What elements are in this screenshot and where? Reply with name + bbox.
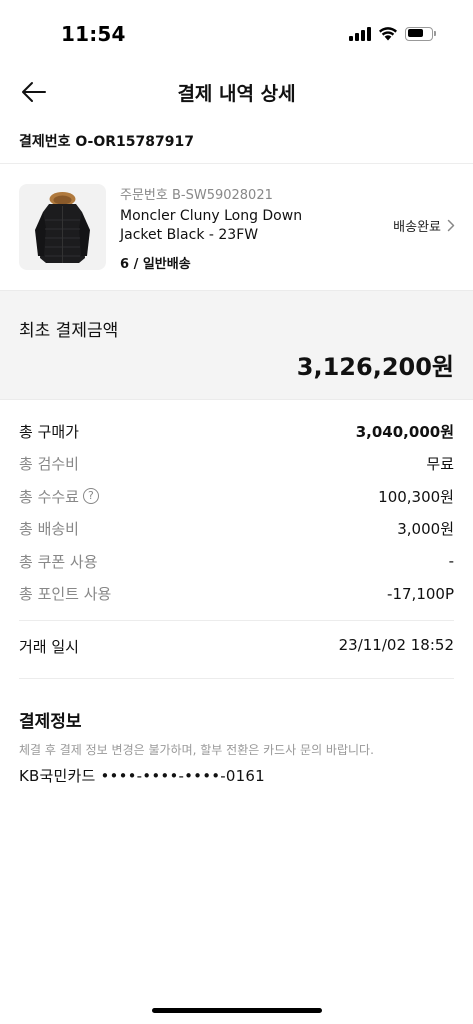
total-amount: 3,126,200원 (296, 353, 454, 381)
question-circle-icon[interactable]: ? (82, 488, 99, 505)
battery-fill (407, 29, 423, 37)
payment-info-note: 체결 후 결제 정보 변경은 불가하며, 할부 전환은 카드사 문의 바랍니다. (19, 743, 374, 757)
row-value: 100,300원 (378, 487, 454, 506)
row-value: 무료 (426, 455, 454, 474)
row-label: 총 배송비 (19, 520, 79, 539)
shipping-status-link[interactable]: 배송완료 (393, 216, 455, 235)
status-icons (349, 26, 436, 41)
product-name: Moncler Cluny Long Down Jacket Black - 2… (120, 208, 303, 243)
product-image (19, 184, 106, 270)
row-label-wrap: 총 수수료 ? (19, 486, 99, 507)
row-label: 총 검수비 (19, 455, 79, 474)
product-card[interactable]: 주문번호 B-SW59028021 Moncler Cluny Long Dow… (0, 164, 473, 290)
price-breakdown: 총 구매가 3,040,000원 총 검수비 무료 총 수수료 ? 100,30… (19, 415, 454, 610)
row-value: 3,040,000원 (355, 422, 454, 441)
chevron-right-icon (447, 219, 455, 232)
row-commission: 총 수수료 ? 100,300원 (19, 480, 454, 513)
row-inspection-fee: 총 검수비 무료 (19, 448, 454, 481)
transaction-label: 거래 일시 (19, 638, 79, 656)
row-total-purchase: 총 구매가 3,040,000원 (19, 415, 454, 448)
row-label: 총 쿠폰 사용 (19, 552, 98, 571)
total-label: 최초 결제금액 (19, 321, 119, 341)
jacket-image (35, 192, 90, 263)
row-label: 총 포인트 사용 (19, 585, 112, 604)
row-shipping-fee: 총 배송비 3,000원 (19, 513, 454, 546)
home-indicator[interactable] (152, 1008, 322, 1013)
transaction-date-row: 거래 일시 23/11/02 18:52 (19, 636, 454, 657)
status-time: 11:54 (61, 22, 126, 46)
nav-header: 결제 내역 상세 (0, 64, 473, 120)
status-bar: 11:54 (0, 0, 473, 64)
payment-number: 결제번호 O-OR15787917 (19, 134, 194, 150)
divider (19, 678, 454, 679)
row-coupon: 총 쿠폰 사용 - (19, 545, 454, 578)
divider (19, 620, 454, 621)
payment-card: KB국민카드 ••••-••••-••••-0161 (19, 767, 265, 785)
row-label: 총 구매가 (19, 422, 79, 441)
payment-info-title: 결제정보 (19, 712, 82, 732)
product-option: 6 / 일반배송 (120, 257, 191, 272)
page-title: 결제 내역 상세 (177, 83, 296, 105)
wifi-icon (379, 27, 397, 41)
order-number: 주문번호 B-SW59028021 (120, 188, 273, 203)
row-points: 총 포인트 사용 -17,100P (19, 578, 454, 611)
transaction-value: 23/11/02 18:52 (338, 636, 454, 654)
shipping-status-label: 배송완료 (393, 220, 441, 235)
row-value: 3,000원 (397, 520, 454, 539)
row-value: -17,100P (387, 584, 454, 603)
initial-payment-summary: 최초 결제금액 3,126,200원 (0, 290, 473, 400)
row-value: - (448, 552, 454, 571)
battery-icon (405, 26, 436, 41)
row-label: 총 수수료 (19, 487, 79, 506)
cellular-signal-icon (349, 26, 371, 41)
